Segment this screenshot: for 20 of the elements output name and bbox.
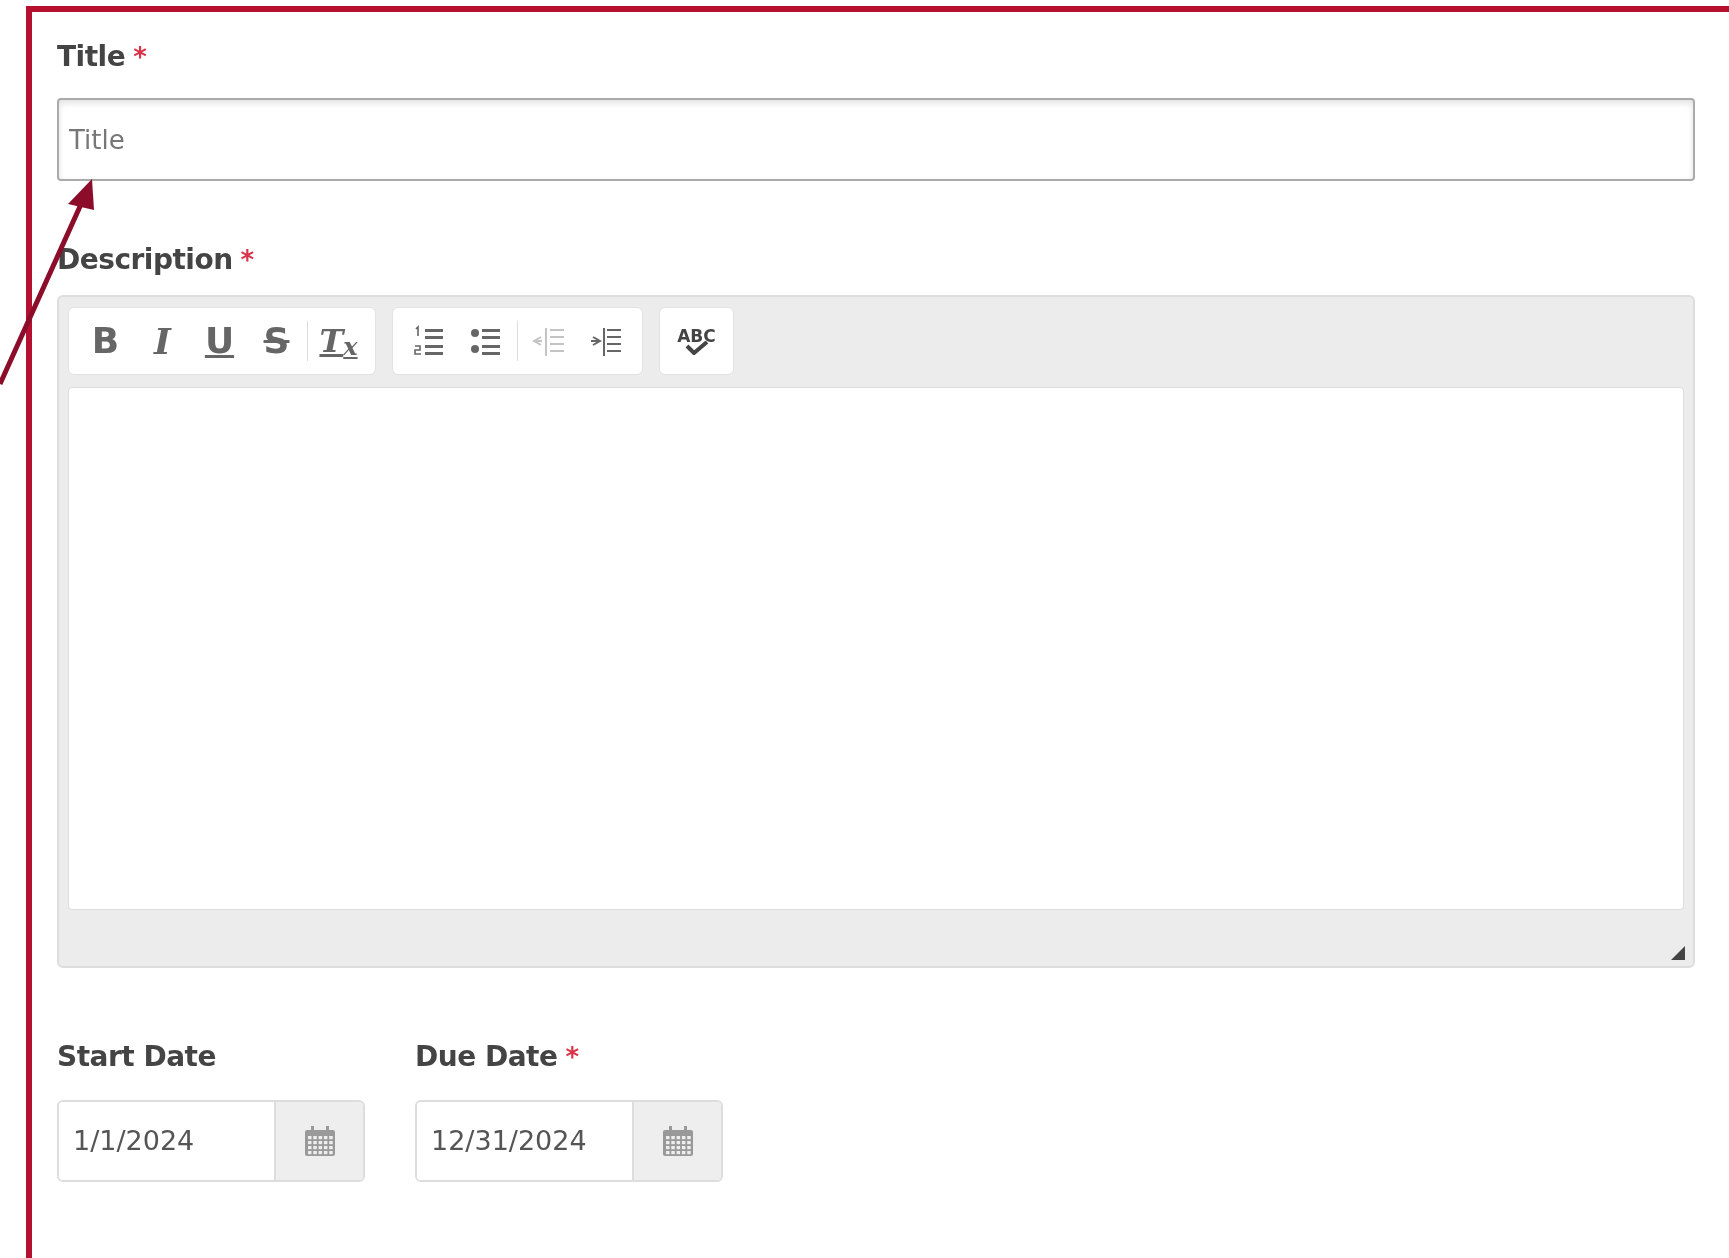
field-label: Due Date (415, 1039, 558, 1075)
resize-handle-icon[interactable] (1671, 946, 1685, 960)
field-label: Description (57, 242, 233, 278)
checkmark-icon (683, 340, 710, 355)
italic-button[interactable]: I (134, 315, 191, 367)
underline-button[interactable]: U (191, 315, 248, 367)
date-input-field[interactable]: 1/1/2024 (57, 1100, 365, 1182)
date-input-field[interactable]: 12/31/2024 (415, 1100, 723, 1182)
required-asterisk: * (133, 40, 147, 74)
required-asterisk: * (565, 1040, 580, 1074)
bold-button[interactable]: B (77, 315, 134, 367)
calendar-icon (303, 1125, 336, 1157)
strikethrough-button[interactable]: S (248, 315, 305, 367)
required-asterisk: * (240, 243, 255, 277)
field-label: Title (57, 39, 126, 75)
calendar-icon (661, 1125, 694, 1157)
field-label: Start Date (57, 1039, 216, 1075)
input-field[interactable]: Title (57, 98, 1695, 181)
clear-format-button[interactable]: T$_{x}$ (310, 315, 367, 367)
spellcheck-button[interactable]: ABC (668, 315, 725, 367)
